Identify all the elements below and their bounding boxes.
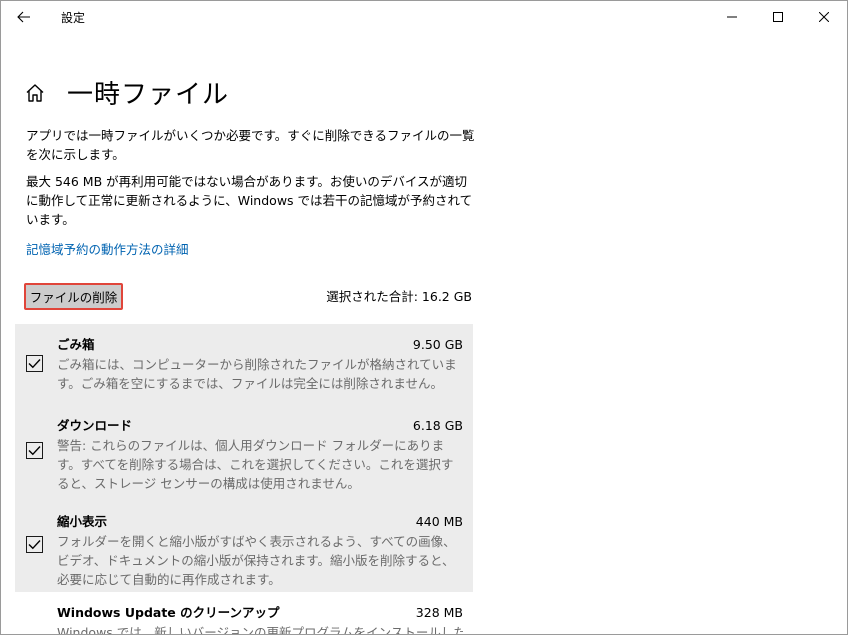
page-header: 一時ファイル [23, 57, 229, 129]
checkmark-icon [28, 446, 41, 456]
item-title: ごみ箱 [57, 337, 95, 352]
item-title: Windows Update のクリーンアップ [57, 605, 280, 620]
temp-file-list: ごみ箱 9.50 GB ごみ箱には、コンピューターから削除されたファイルが格納さ… [15, 324, 473, 635]
item-description: Windows では、新しいバージョンの更新プログラムをインストールした後で [57, 625, 463, 635]
minimize-button[interactable] [709, 1, 755, 33]
item-title: ダウンロード [57, 418, 133, 433]
storage-reserve-link[interactable]: 記憶域予約の動作方法の詳細 [26, 239, 189, 258]
intro-paragraph-2: 最大 546 MB が再利用可能ではない場合があります。お使いのデバイスが適切に… [26, 174, 473, 227]
selected-total: 選択された合計: 16.2 GB [326, 289, 472, 304]
item-title: 縮小表示 [57, 514, 108, 529]
window-title: 設定 [61, 10, 86, 25]
item-size: 328 MB [415, 605, 463, 620]
back-button[interactable] [1, 1, 47, 33]
list-item-recycle-bin[interactable]: ごみ箱 9.50 GB ごみ箱には、コンピューターから削除されたファイルが格納さ… [15, 324, 473, 405]
downloads-checkbox[interactable] [26, 442, 43, 459]
item-size: 6.18 GB [412, 418, 463, 433]
intro-section: アプリでは一時ファイルがいくつか必要です。すぐに削除できるファイルの一覧を次に示… [26, 126, 476, 258]
intro-paragraph-1: アプリでは一時ファイルがいくつか必要です。すぐに削除できるファイルの一覧を次に示… [26, 128, 475, 162]
minimize-icon [727, 16, 737, 18]
maximize-button[interactable] [755, 1, 801, 33]
item-description: ごみ箱には、コンピューターから削除されたファイルが格納されています。ごみ箱を空に… [57, 357, 457, 391]
list-item-downloads[interactable]: ダウンロード 6.18 GB 警告: これらのファイルは、個人用ダウンロード フ… [15, 405, 473, 501]
page-title: 一時ファイル [67, 80, 230, 111]
item-size: 9.50 GB [412, 337, 463, 352]
home-icon [26, 84, 44, 102]
home-button[interactable] [23, 81, 47, 105]
checkmark-icon [28, 359, 41, 369]
delete-files-button[interactable]: ファイルの削除 [24, 283, 123, 310]
list-item-windows-update-cleanup[interactable]: Windows Update のクリーンアップ 328 MB Windows で… [15, 592, 473, 635]
maximize-icon [773, 12, 783, 22]
checkmark-icon [28, 540, 41, 550]
close-button[interactable] [801, 1, 847, 33]
title-bar: 設定 [1, 1, 847, 33]
caption-buttons [709, 1, 847, 33]
item-size: 440 MB [415, 514, 463, 529]
back-arrow-icon [17, 11, 30, 23]
thumbnails-checkbox[interactable] [26, 536, 43, 553]
item-description: 警告: これらのファイルは、個人用ダウンロード フォルダーにあります。すべてを削… [57, 438, 454, 491]
close-icon [819, 12, 829, 22]
list-item-thumbnails[interactable]: 縮小表示 440 MB フォルダーを開くと縮小版がすばやく表示されるよう、すべて… [15, 501, 473, 592]
recycle-bin-checkbox[interactable] [26, 355, 43, 372]
item-description: フォルダーを開くと縮小版がすばやく表示されるよう、すべての画像、ビデオ、ドキュメ… [57, 534, 456, 587]
settings-window: 設定 一時ファイル アプリでは一時ファイルがいくつか必要です。すぐに削除できるフ… [0, 0, 848, 635]
